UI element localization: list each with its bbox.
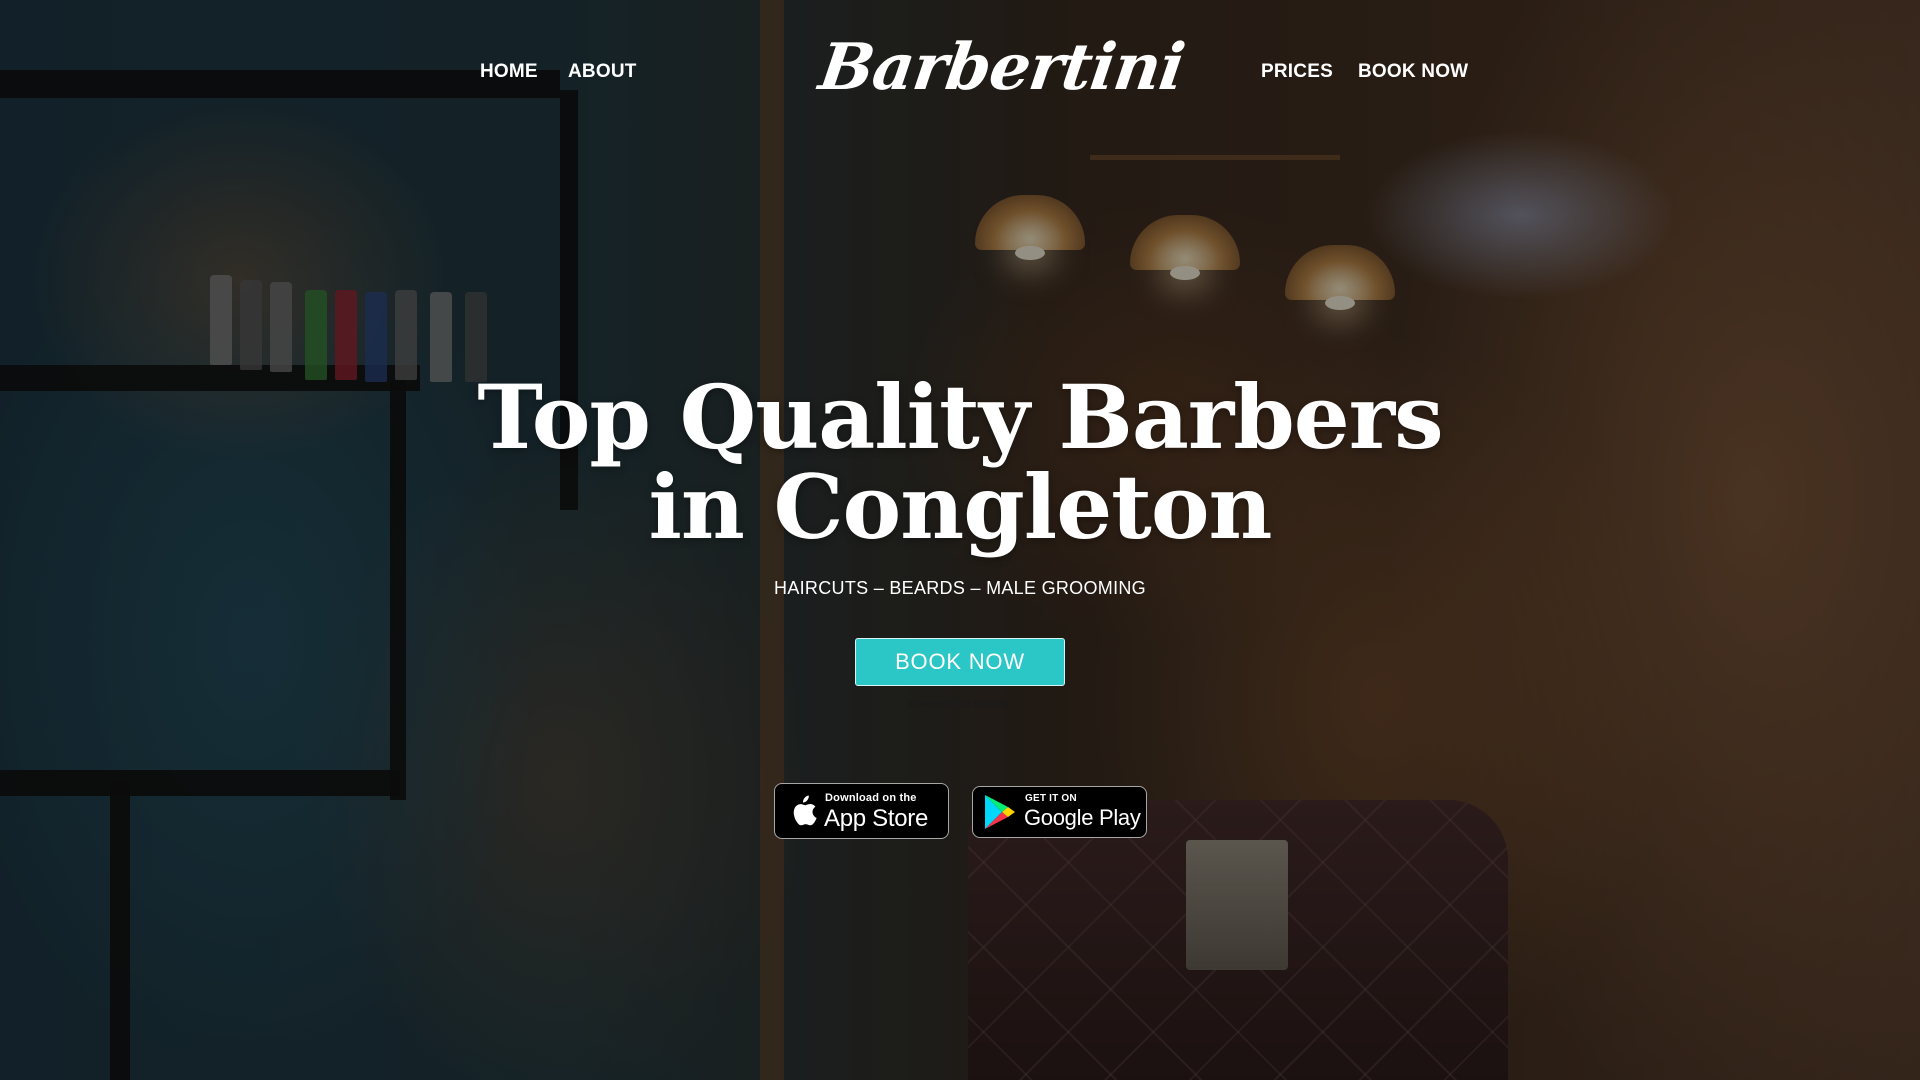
app-store-small-text: Download on the [825, 792, 917, 804]
google-play-small-text: GET IT ON [1025, 793, 1077, 804]
nav-book-now-link[interactable]: BOOK NOW [1358, 61, 1468, 83]
nav-about-link[interactable]: ABOUT [568, 61, 637, 83]
headline-line-2: in Congleton [648, 455, 1272, 559]
nav-prices-link[interactable]: PRICES [1261, 61, 1333, 83]
app-store-big-text: App Store [824, 805, 929, 832]
book-now-button[interactable]: BOOK NOW [855, 638, 1065, 686]
app-store-badge[interactable]: Download on the App Store [774, 783, 949, 839]
powered-by-booksy[interactable]: powered by booksy [860, 698, 1060, 710]
hero-tagline: HAIRCUTS – BEARDS – MALE GROOMING [774, 578, 1146, 598]
hero-headline: Top Quality Barbers in Congleton [460, 372, 1460, 552]
apple-icon [793, 795, 817, 826]
headline-line-1: Top Quality Barbers [477, 365, 1443, 469]
google-play-big-text: Google Play [1024, 805, 1141, 830]
google-play-badge[interactable]: GET IT ON Google Play [972, 786, 1147, 838]
google-play-icon [985, 795, 1015, 829]
nav-home-link[interactable]: HOME [480, 61, 538, 83]
brand-logo[interactable]: Barbertini [813, 18, 1189, 118]
